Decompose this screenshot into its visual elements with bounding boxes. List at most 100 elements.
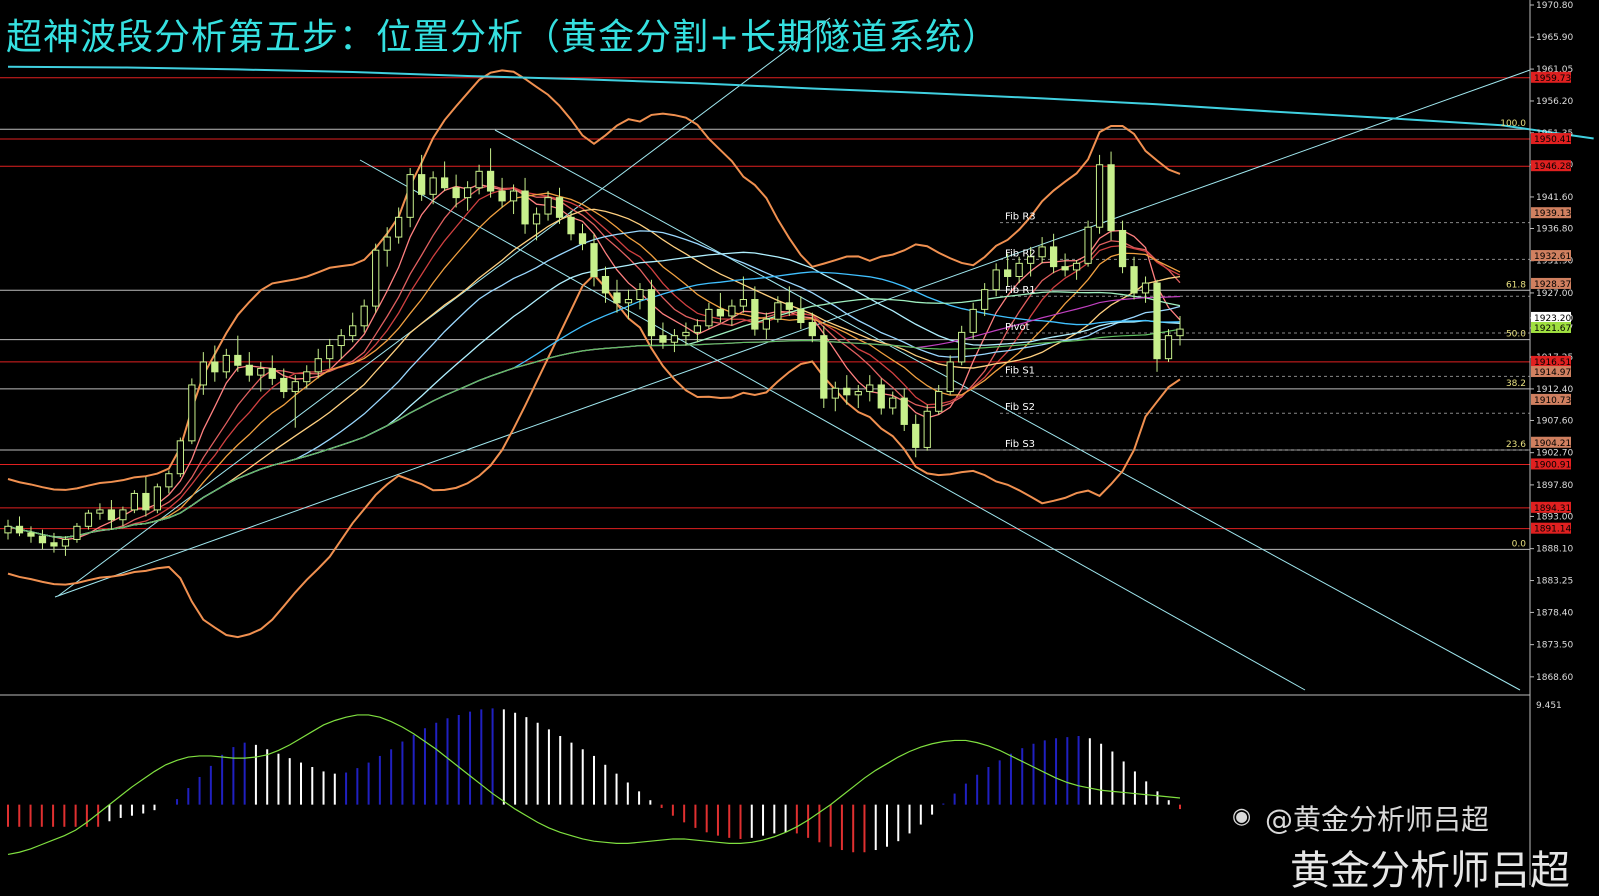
candle-body [199, 361, 207, 386]
price-tick-label: 1912.40 [1536, 385, 1573, 395]
fib-level-label: 100.0 [1500, 119, 1526, 129]
fib-level-label: 0.0 [1512, 539, 1527, 549]
candle-body [326, 345, 334, 360]
candle-body [981, 289, 989, 310]
price-tick-label: 1970.80 [1536, 1, 1573, 11]
candle-body [716, 308, 725, 317]
candle-body [774, 302, 782, 320]
fib-level-label: 23.6 [1506, 440, 1526, 450]
candle-body [544, 197, 552, 215]
candle-body [463, 187, 472, 199]
candle-body [567, 216, 575, 235]
price-tick-label: 1893.00 [1536, 512, 1573, 522]
candle-body [165, 473, 173, 488]
price-tick-label: 1936.80 [1536, 225, 1573, 235]
pivot-label: Fib R2 [1005, 248, 1036, 259]
candle-body [395, 216, 403, 238]
candle-body [1141, 282, 1150, 294]
candle-body [728, 305, 736, 317]
candle-body [234, 354, 242, 366]
candle-body [291, 381, 299, 393]
candle-body [211, 361, 219, 373]
watermark-name: 黄金分析师吕超 [1290, 848, 1570, 894]
candle-body [636, 289, 644, 301]
candle-body [372, 249, 380, 307]
candle-body [659, 335, 667, 343]
candle-body [406, 174, 414, 218]
candle-body [1038, 246, 1046, 258]
candle-body [303, 371, 311, 383]
pivot-label: Fib S3 [1005, 439, 1035, 450]
fib-level-label: 38.2 [1506, 379, 1526, 389]
candle-body [532, 213, 541, 225]
candle-body [509, 190, 518, 202]
price-tick-label: 1965.90 [1536, 33, 1573, 43]
candle-body [1049, 246, 1058, 268]
candle-body [15, 525, 24, 534]
weibo-icon: ◉ [1232, 804, 1252, 829]
price-tag-label: 1910.73 [1534, 396, 1571, 406]
price-tick-label: 1878.40 [1536, 608, 1573, 618]
price-tick-label: 1888.10 [1536, 545, 1573, 555]
candle-body [601, 276, 610, 294]
candle-body [130, 492, 139, 511]
candle-body [912, 423, 920, 448]
candle-body [153, 486, 162, 511]
candle-body [935, 391, 943, 412]
price-tag-label: 1900.91 [1534, 460, 1571, 470]
candle-body [245, 364, 253, 376]
price-tag-label: 1946.28 [1534, 162, 1571, 172]
price-tag-label: 1921.67 [1534, 324, 1571, 334]
price-tick-label: 1941.60 [1536, 193, 1573, 203]
candle-body [222, 354, 230, 373]
candle-body [854, 391, 862, 396]
price-tag-label: 1891.14 [1534, 525, 1571, 535]
price-tag-label: 1950.41 [1534, 135, 1571, 145]
candle-body [820, 335, 828, 399]
candle-body [705, 308, 713, 327]
candle-body [843, 387, 851, 396]
price-tick-label: 1956.20 [1536, 97, 1573, 107]
candle-body [96, 509, 104, 514]
candle-body [958, 331, 966, 363]
price-tick-label: 1897.80 [1536, 481, 1573, 491]
candle-body [4, 525, 12, 534]
candle-body [1130, 266, 1138, 294]
candle-body [268, 368, 276, 379]
candle-body [739, 299, 748, 307]
price-tag-label: 1932.61 [1534, 252, 1571, 262]
candle-body [946, 361, 954, 393]
candle-body [1176, 328, 1184, 337]
candle-body [1061, 266, 1069, 271]
candle-body [647, 289, 656, 337]
candle-body [624, 299, 633, 304]
candle-body [73, 525, 81, 540]
candle-body [383, 236, 391, 251]
price-tick-label: 1902.70 [1536, 449, 1573, 459]
candle-body [429, 177, 437, 195]
candle-body [119, 509, 127, 521]
candle-body [50, 542, 58, 547]
candle-body [360, 305, 368, 327]
candle-body [1072, 262, 1081, 271]
candle-body [521, 190, 529, 225]
price-tick-label: 1883.25 [1536, 577, 1573, 587]
candle-body [84, 512, 93, 527]
price-tag-label: 1959.73 [1534, 74, 1571, 84]
candle-body [797, 308, 805, 324]
candle-body [38, 535, 47, 544]
candle-body [613, 292, 621, 304]
candle-body [992, 269, 1000, 291]
fib-level-label: 61.8 [1506, 280, 1526, 290]
price-tag-label: 1939.13 [1534, 209, 1571, 219]
candle-body [866, 384, 874, 393]
candle-body [578, 233, 587, 245]
candle-body [682, 331, 690, 337]
candle-body [1118, 229, 1127, 268]
candle-body [107, 509, 116, 521]
candle-body [889, 397, 897, 409]
candle-body [142, 492, 150, 511]
candle-body [475, 170, 483, 189]
macd-max-label: 9.451 [1536, 701, 1562, 711]
candle-body [1164, 335, 1173, 360]
